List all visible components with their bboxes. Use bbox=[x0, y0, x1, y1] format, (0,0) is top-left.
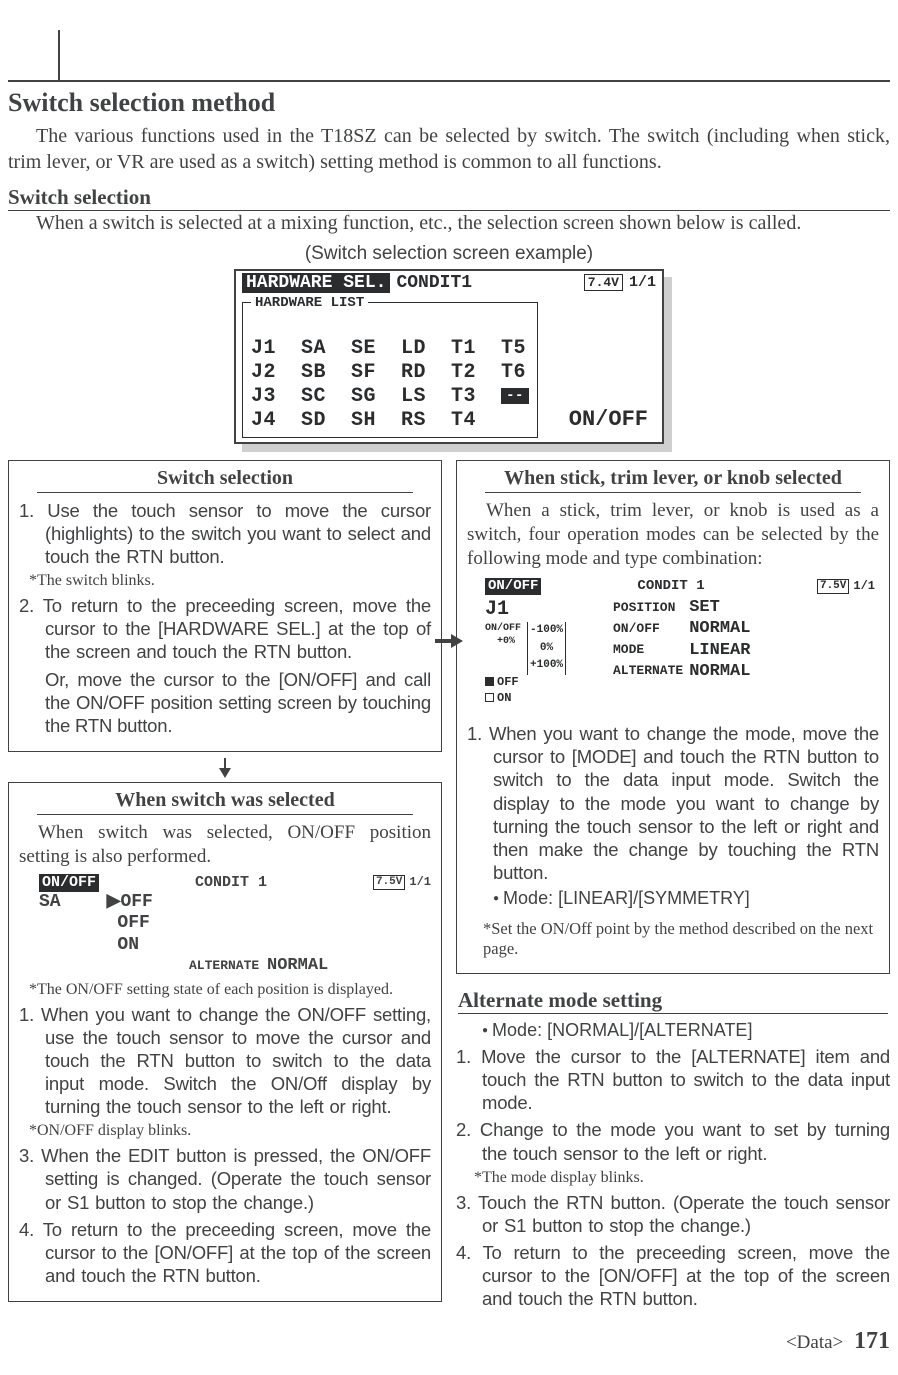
intro-paragraph: The various functions used in the T18SZ … bbox=[8, 124, 890, 175]
selected-slot-icon: -- bbox=[501, 388, 529, 404]
lcd-stick-id: J1 bbox=[485, 597, 595, 622]
box-intro: When a stick, trim lever, or knob is use… bbox=[467, 499, 879, 572]
box-switch-selection: Switch selection 1. Use the touch sensor… bbox=[8, 460, 442, 752]
box-intro: When switch was selected, ON/OFF positio… bbox=[19, 821, 431, 870]
lcd-mode-table: POSITIONSET ON/OFFNORMAL MODELINEAR ALTE… bbox=[613, 597, 756, 682]
step-text: 1. Use the touch sensor to move the curs… bbox=[19, 499, 431, 568]
box-stick-selected: When stick, trim lever, or knob selected… bbox=[456, 460, 890, 974]
step-text: 4. To return to the preceeding screen, m… bbox=[19, 1218, 431, 1287]
lcd-switch-label: SA bbox=[39, 892, 61, 957]
step-continuation: Or, move the cursor to the [ON/OFF] and … bbox=[45, 668, 431, 737]
step-text: 3. When the EDIT button is pressed, the … bbox=[19, 1144, 431, 1213]
lcd-alternate-value: NORMAL bbox=[267, 956, 328, 975]
lcd-page-indicator: 1/1 bbox=[853, 579, 875, 594]
step-text: 1. When you want to change the ON/OFF se… bbox=[19, 1003, 431, 1119]
lcd-main: HARDWARE SEL. CONDIT1 7.4V 1/1 HARDWARE … bbox=[234, 269, 664, 444]
lcd-scale-mid: 0% bbox=[530, 640, 563, 658]
note-text: *ON/OFF display blinks. bbox=[29, 1122, 431, 1140]
bullet-text: Mode: [LINEAR]/[SYMMETRY] bbox=[493, 888, 879, 909]
lcd-header-inverse: HARDWARE SEL. bbox=[242, 273, 390, 293]
note-text: *The switch blinks. bbox=[29, 572, 431, 590]
note-text: *The mode display blinks. bbox=[474, 1169, 890, 1187]
step-text: 1. Move the cursor to the [ALTERNATE] it… bbox=[456, 1045, 890, 1114]
lcd-main-wrap: HARDWARE SEL. CONDIT1 7.4V 1/1 HARDWARE … bbox=[234, 269, 664, 444]
top-rule bbox=[8, 80, 890, 82]
lcd-page-indicator: 1/1 bbox=[629, 274, 656, 291]
battery-indicator: 7.4V bbox=[584, 274, 623, 291]
section1-body: When a switch is selected at a mixing fu… bbox=[8, 211, 890, 237]
page-title: Switch selection method bbox=[8, 88, 890, 118]
lcd-header-condition: CONDIT1 bbox=[396, 273, 472, 293]
lcd-scale-bot: +100% bbox=[530, 657, 563, 675]
lcd-header-condition: CONDIT 1 bbox=[195, 874, 267, 892]
box-title: Switch selection bbox=[37, 467, 413, 493]
lcd-on-checkbox: ON bbox=[485, 691, 595, 707]
lcd-onoff-pct: ON/OFF +0% bbox=[485, 622, 521, 675]
box-when-switch-selected: When switch was selected When switch was… bbox=[8, 782, 442, 1302]
step-text: 2. Change to the mode you want to set by… bbox=[456, 1118, 890, 1164]
step-text: 4. To return to the preceeding screen, m… bbox=[456, 1241, 890, 1310]
lcd-caption: (Switch selection screen example) bbox=[8, 243, 890, 265]
box-title: When switch was selected bbox=[37, 789, 413, 815]
battery-indicator: 7.5V bbox=[817, 579, 849, 595]
page-number: 171 bbox=[854, 1328, 890, 1354]
section-switch-selection: Switch selection bbox=[8, 185, 890, 211]
lcd-scale-top: -100% bbox=[530, 622, 563, 640]
page-footer: <Data> 171 bbox=[8, 1328, 890, 1355]
note-text: *The ON/OFF setting state of each positi… bbox=[29, 981, 431, 999]
hardware-list-legend: HARDWARE LIST bbox=[251, 295, 368, 311]
note-text: *Set the ON/Off point by the method desc… bbox=[483, 919, 879, 959]
lcd-stick-screen: ON/OFF CONDIT 1 7.5V 1/1 J1 ON/OFF +0% -… bbox=[481, 576, 879, 708]
lcd-off-checkbox: OFF bbox=[485, 675, 595, 691]
bullet-text: Mode: [NORMAL]/[ALTERNATE] bbox=[482, 1020, 890, 1041]
battery-indicator: 7.5V bbox=[373, 875, 405, 890]
step-text: 1. When you want to change the mode, mov… bbox=[467, 722, 879, 884]
lcd-header-inverse: ON/OFF bbox=[39, 874, 99, 892]
lcd-header-inverse: ON/OFF bbox=[485, 578, 541, 596]
section-alternate-mode: Alternate mode setting bbox=[458, 988, 888, 1014]
arrow-right-icon bbox=[435, 633, 463, 654]
step-text: 2. To return to the preceeding screen, m… bbox=[19, 594, 431, 663]
step-text: 3. Touch the RTN button. (Operate the to… bbox=[456, 1191, 890, 1237]
hardware-grid: J1 SA SE LD T1 T5 J2 SB SF RD T2 T6 J3 S… bbox=[251, 313, 529, 433]
lcd-sa-screen: ON/OFF CONDIT 1 7.5V 1/1 SA ▶OFF OFF ON … bbox=[39, 874, 431, 977]
lcd-page-indicator: 1/1 bbox=[409, 875, 431, 890]
arrow-down-icon bbox=[8, 758, 442, 778]
lcd-onoff-label: ON/OFF bbox=[569, 407, 648, 432]
lcd-header-condition: CONDIT 1 bbox=[637, 578, 704, 596]
lcd-position-rows: ▶OFF OFF ON bbox=[107, 892, 153, 957]
box-title: When stick, trim lever, or knob selected bbox=[485, 467, 861, 493]
lcd-alternate-key: ALTERNATE bbox=[189, 958, 259, 973]
